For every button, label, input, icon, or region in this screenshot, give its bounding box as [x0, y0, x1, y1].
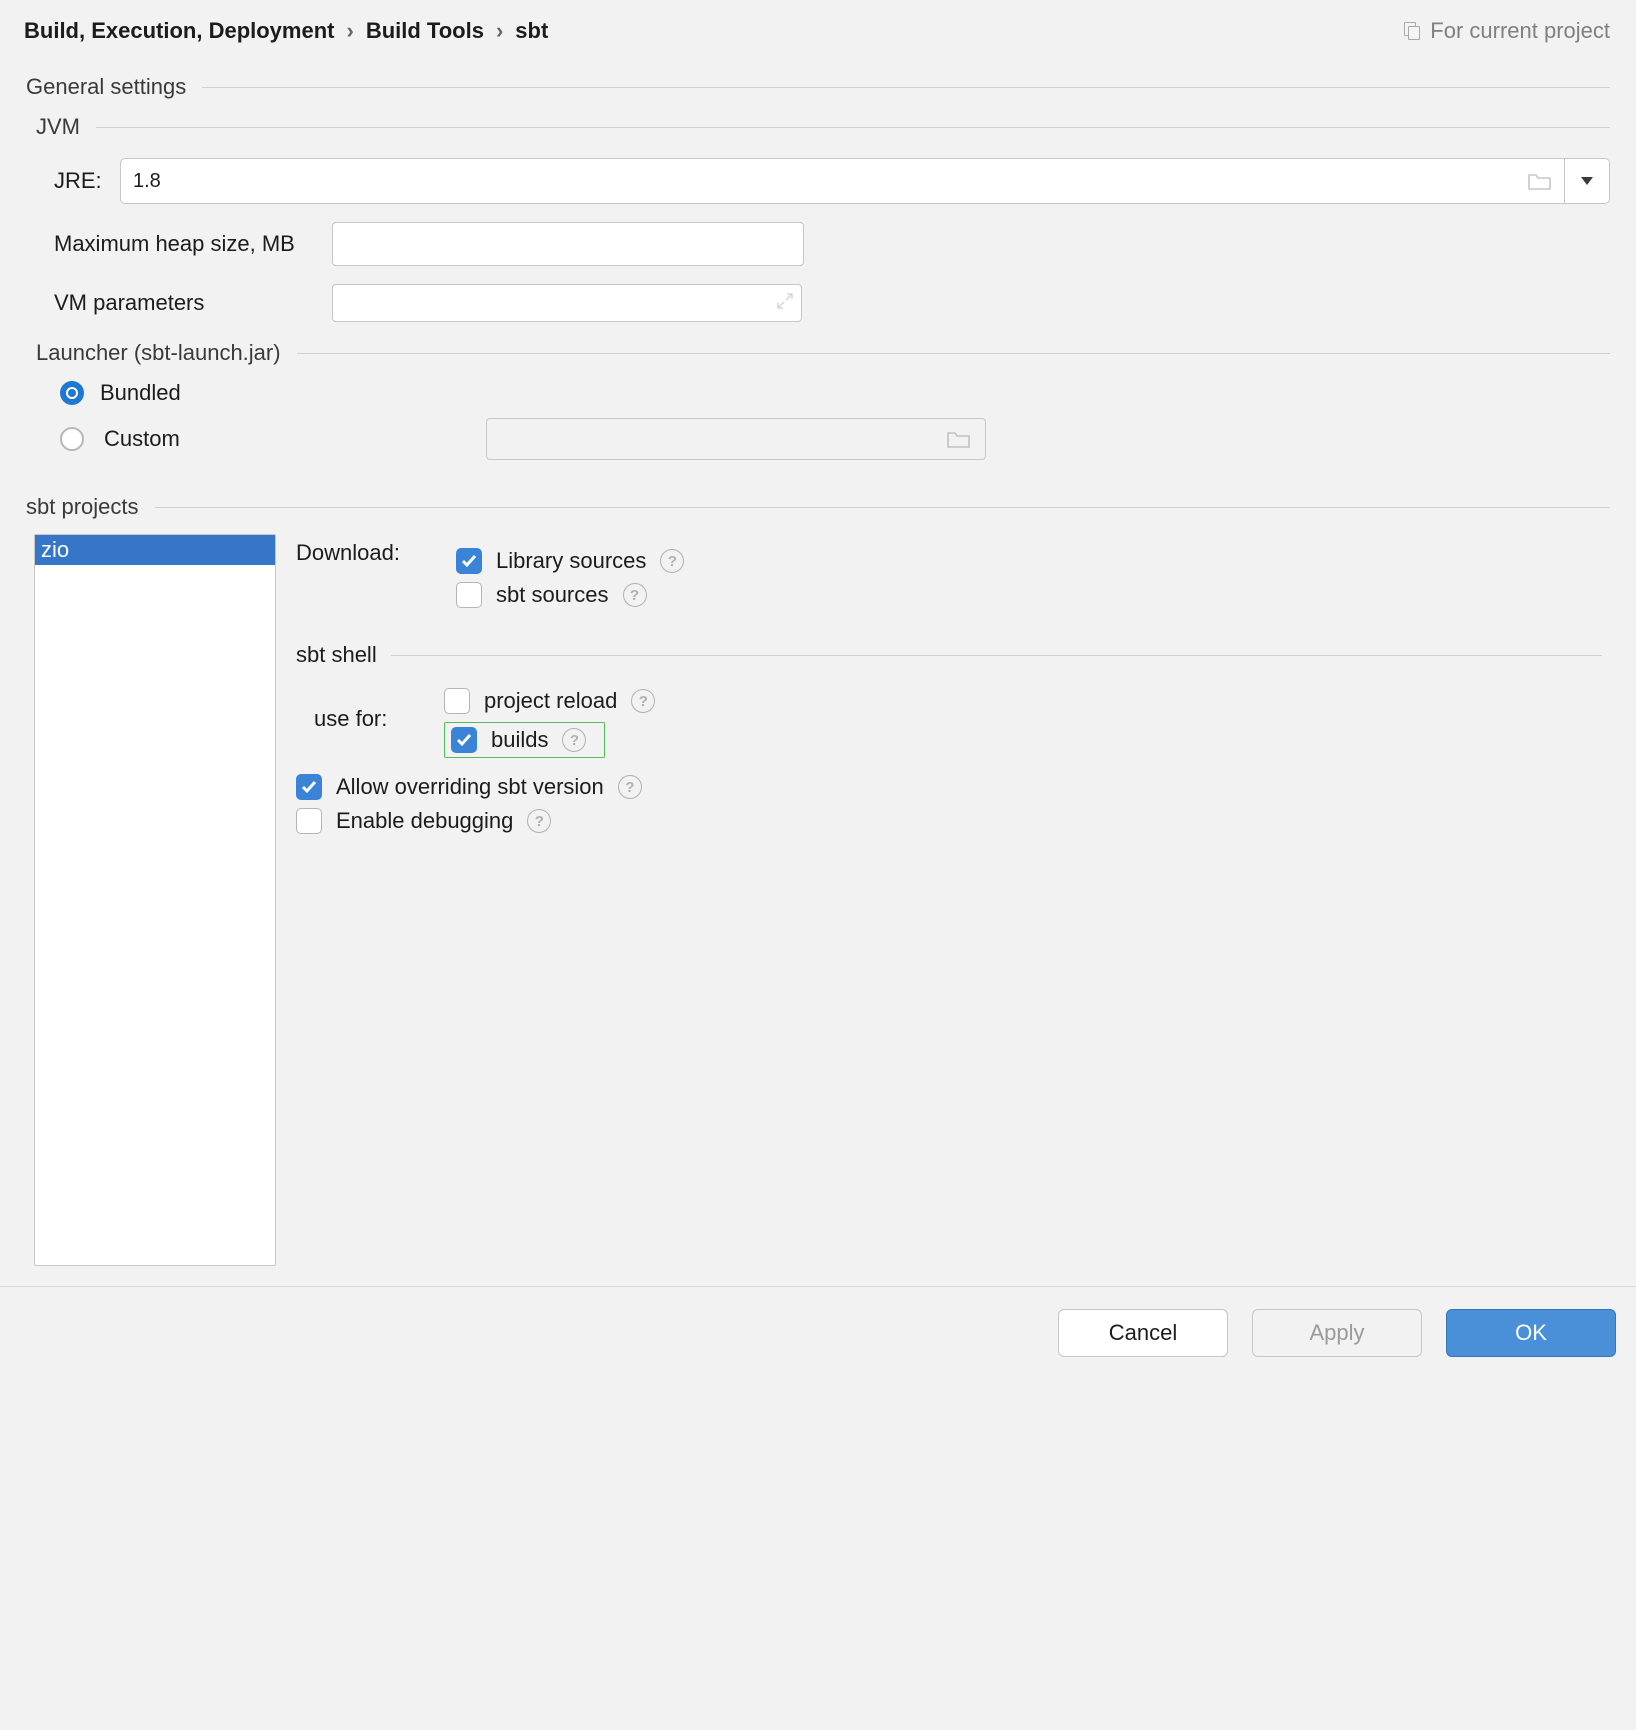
help-icon[interactable]: ?	[631, 689, 655, 713]
check-sbt-sources[interactable]: sbt sources ?	[456, 582, 684, 608]
scope-label: For current project	[1430, 18, 1610, 44]
jre-field[interactable]: 1.8	[120, 158, 1565, 204]
project-reload-label: project reload	[484, 688, 617, 714]
divider	[202, 87, 1610, 88]
heap-label: Maximum heap size, MB	[54, 231, 314, 257]
allow-override-label: Allow overriding sbt version	[336, 774, 604, 800]
check-builds-highlight: builds ?	[444, 722, 605, 758]
enable-debug-label: Enable debugging	[336, 808, 513, 834]
radio-on-icon	[60, 381, 84, 405]
radio-custom-label: Custom	[104, 426, 206, 452]
sbt-sources-label: sbt sources	[496, 582, 609, 608]
builds-label: builds	[491, 727, 548, 753]
check-allow-override[interactable]: Allow overriding sbt version ?	[296, 774, 1602, 800]
section-sbt-shell: sbt shell	[296, 642, 377, 668]
check-library-sources[interactable]: Library sources ?	[456, 548, 684, 574]
checkbox-on-icon	[456, 548, 482, 574]
help-icon[interactable]: ?	[660, 549, 684, 573]
crumb-sep: ›	[496, 18, 503, 44]
crumb-tools[interactable]: Build Tools	[366, 18, 484, 44]
project-scope-icon	[1404, 22, 1422, 40]
project-item[interactable]: zio	[35, 535, 275, 565]
divider	[96, 127, 1610, 128]
help-icon[interactable]: ?	[527, 809, 551, 833]
radio-custom[interactable]: Custom	[60, 418, 1610, 460]
projects-list[interactable]: zio	[34, 534, 276, 1266]
breadcrumb: Build, Execution, Deployment › Build Too…	[24, 18, 548, 44]
divider	[297, 353, 1610, 354]
chevron-down-icon	[1581, 177, 1593, 185]
vm-params-label: VM parameters	[54, 290, 314, 316]
help-icon[interactable]: ?	[618, 775, 642, 799]
crumb-sbt: sbt	[515, 18, 548, 44]
divider	[155, 507, 1611, 508]
checkbox-off-icon	[296, 808, 322, 834]
help-icon[interactable]: ?	[623, 583, 647, 607]
help-icon[interactable]: ?	[562, 728, 586, 752]
project-details: Download: Library sources ? sbt sources …	[296, 534, 1602, 1266]
crumb-sep: ›	[346, 18, 353, 44]
crumb-build[interactable]: Build, Execution, Deployment	[24, 18, 334, 44]
heap-input[interactable]	[332, 222, 804, 266]
section-launcher: Launcher (sbt-launch.jar)	[36, 340, 281, 366]
checkbox-off-icon	[444, 688, 470, 714]
check-project-reload[interactable]: project reload ?	[444, 688, 655, 714]
apply-button: Apply	[1252, 1309, 1422, 1357]
folder-icon	[947, 430, 971, 448]
section-projects: sbt projects	[26, 494, 139, 520]
checkbox-off-icon	[456, 582, 482, 608]
jre-dropdown[interactable]	[1565, 158, 1610, 204]
divider	[391, 655, 1602, 656]
vm-params-input[interactable]	[332, 284, 802, 322]
checkbox-on-icon	[296, 774, 322, 800]
radio-off-icon	[60, 427, 84, 451]
jre-value: 1.8	[133, 170, 161, 193]
section-jvm: JVM	[36, 114, 80, 140]
check-enable-debug[interactable]: Enable debugging ?	[296, 808, 1602, 834]
section-general: General settings	[26, 74, 186, 100]
dialog-footer: Cancel Apply OK	[0, 1286, 1636, 1379]
library-sources-label: Library sources	[496, 548, 646, 574]
radio-bundled[interactable]: Bundled	[60, 380, 1610, 406]
radio-bundled-label: Bundled	[100, 380, 181, 406]
folder-icon[interactable]	[1528, 172, 1552, 190]
ok-button[interactable]: OK	[1446, 1309, 1616, 1357]
download-label: Download:	[296, 540, 446, 566]
cancel-button[interactable]: Cancel	[1058, 1309, 1228, 1357]
use-for-label: use for:	[314, 706, 430, 732]
check-builds[interactable]: builds ?	[451, 727, 586, 753]
custom-launcher-path	[486, 418, 986, 460]
scope-indicator: For current project	[1404, 18, 1610, 44]
jre-label: JRE:	[54, 168, 102, 194]
checkbox-on-icon	[451, 727, 477, 753]
expand-icon[interactable]	[776, 290, 794, 316]
breadcrumb-bar: Build, Execution, Deployment › Build Too…	[18, 14, 1618, 60]
